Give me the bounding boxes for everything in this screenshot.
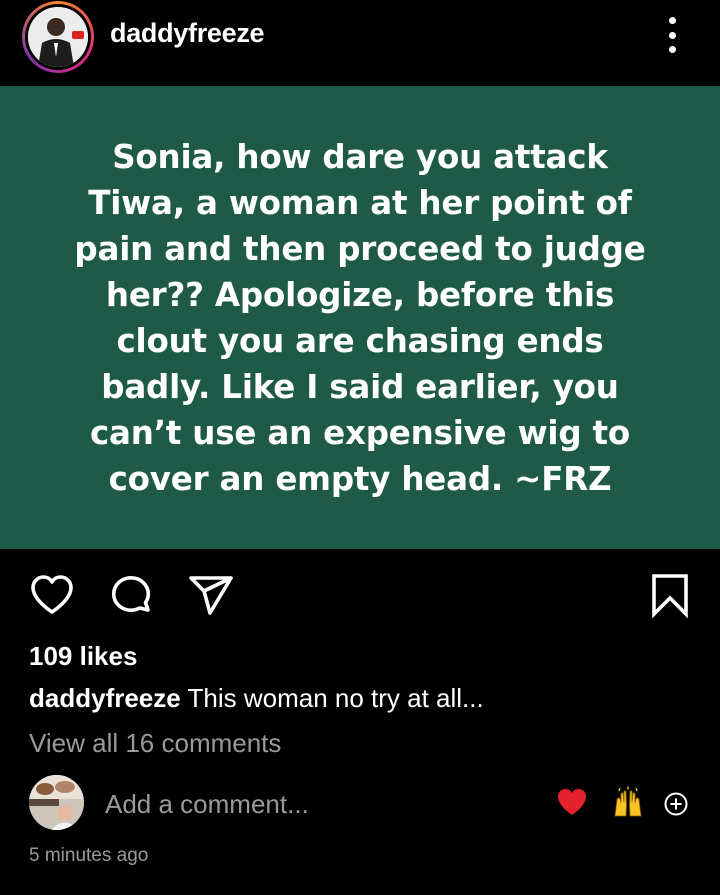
profile-avatar[interactable] <box>22 1 94 73</box>
post-text-line: badly. Like I said earlier, you <box>101 367 619 406</box>
post-text-line: Sonia, how dare you attack <box>112 137 608 176</box>
current-user-avatar <box>29 775 84 830</box>
paper-plane-icon[interactable] <box>187 571 237 621</box>
comment-bubble-icon[interactable] <box>107 571 157 621</box>
post-text-line: can’t use an expensive wig to <box>89 413 631 452</box>
caption-username[interactable]: daddyfreeze <box>29 683 181 713</box>
heart-outline-icon[interactable] <box>28 571 78 621</box>
post-text-line: her?? Apologize, before this <box>105 275 615 314</box>
add-circle-icon[interactable] <box>664 792 688 816</box>
post-header: daddyfreeze <box>0 0 720 86</box>
post-caption: daddyfreeze This woman no try at all... <box>29 683 484 714</box>
caption-text: This woman no try at all... <box>187 683 484 713</box>
post-timestamp: 5 minutes ago <box>29 845 149 866</box>
post-text-line: clout you are chasing ends <box>116 321 604 360</box>
post-text-line: pain and then proceed to judge <box>74 229 646 268</box>
add-comment-input[interactable]: Add a comment... <box>105 789 309 820</box>
post-text-line: cover an empty head. ~FRZ <box>108 459 612 498</box>
post-image-text: Sonia, how dare you attack Tiwa, a woman… <box>50 134 670 502</box>
post-actions <box>0 549 720 639</box>
likes-count[interactable]: 109 likes <box>29 641 137 672</box>
raised-hands-reaction-icon[interactable] <box>611 786 645 818</box>
heart-reaction-icon[interactable] <box>556 786 588 818</box>
post-text-line: Tiwa, a woman at her point of <box>88 183 632 222</box>
view-all-comments-link[interactable]: View all 16 comments <box>29 728 281 759</box>
more-vertical-icon[interactable] <box>656 15 688 55</box>
post-image[interactable]: Sonia, how dare you attack Tiwa, a woman… <box>0 86 720 549</box>
profile-photo <box>28 7 88 67</box>
bookmark-outline-icon[interactable] <box>646 571 696 621</box>
post-author-username[interactable]: daddyfreeze <box>110 18 265 49</box>
